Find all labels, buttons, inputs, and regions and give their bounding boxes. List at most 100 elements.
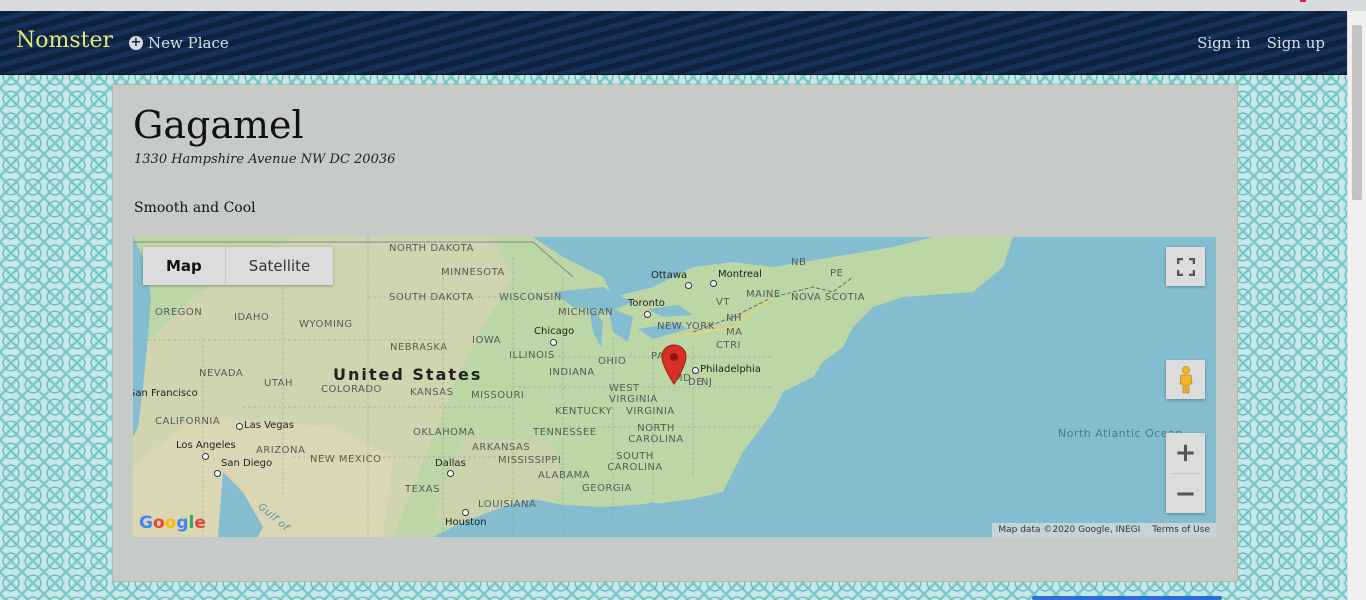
new-place-link[interactable]: + New Place (129, 34, 229, 52)
label-minnesota: MINNESOTA (441, 267, 505, 278)
label-philadelphia: Philadelphia (700, 364, 761, 375)
google-logo-letter: o (164, 513, 177, 533)
google-logo-letter: g (176, 513, 189, 533)
google-logo[interactable]: Google (139, 513, 206, 533)
label-idaho: IDAHO (234, 312, 270, 323)
new-place-label: New Place (148, 34, 229, 52)
city-dot-philadelphia (692, 367, 699, 374)
place-description: Smooth and Cool (134, 200, 256, 216)
label-colorado: COLORADO (321, 384, 382, 395)
label-virginia: VIRGINIA (626, 406, 675, 417)
label-illinois: ILLINOIS (509, 350, 555, 361)
label-wisconsin: WISCONSIN (499, 292, 562, 303)
label-kansas: KANSAS (410, 387, 454, 398)
label-california: CALIFORNIA (155, 416, 221, 427)
label-oklahoma: OKLAHOMA (413, 427, 475, 438)
label-louisiana: LOUISIANA (478, 499, 537, 510)
street-view-button[interactable] (1166, 360, 1205, 399)
label-indiana: INDIANA (549, 367, 595, 378)
terms-of-use-link[interactable]: Terms of Use (1152, 523, 1210, 537)
google-logo-letter: o (152, 513, 165, 533)
label-new-york: NEW YORK (657, 321, 715, 332)
label-arkansas: ARKANSAS (472, 442, 531, 453)
label-oregon: OREGON (155, 307, 203, 318)
label-las-vegas: Las Vegas (244, 420, 294, 431)
plus-circle-icon: + (129, 35, 143, 50)
zoom-in-icon[interactable]: + (1166, 433, 1205, 473)
label-ottawa: Ottawa (651, 270, 688, 281)
label-montreal: Montreal (718, 269, 762, 280)
map-attribution: Map data ©2020 Google, INEGI Terms of Us… (992, 523, 1216, 537)
page-scrollbar[interactable] (1347, 11, 1366, 600)
label-texas: TEXAS (405, 484, 440, 495)
label-dallas: Dallas (435, 458, 466, 469)
label-ma: MA (726, 327, 743, 338)
navbar: Nomster + New Place Sign in Sign up (0, 11, 1348, 75)
label-south-carolina: SOUTH CAROLINA (607, 451, 663, 473)
label-iowa: IOWA (472, 335, 502, 346)
city-dot-san-diego (214, 470, 221, 477)
zoom-out-icon[interactable]: − (1166, 474, 1205, 513)
map-data-credit: Map data ©2020 Google, INEGI (998, 525, 1141, 535)
pegman-icon (1179, 365, 1192, 393)
place-title: Gagamel (133, 103, 304, 147)
bottom-blue-bar (1032, 596, 1222, 600)
map-type-satellite-button[interactable]: Satellite (226, 247, 333, 285)
label-united-states: United States (333, 365, 483, 384)
label-north-dakota: NORTH DAKOTA (389, 243, 474, 254)
map-type-map-button[interactable]: Map (143, 247, 226, 285)
map-marker-icon[interactable] (661, 344, 687, 386)
label-arizona: ARIZONA (256, 445, 306, 456)
top-strip-mark (1300, 0, 1306, 2)
label-maine: MAINE (746, 289, 781, 300)
label-ohio: OHIO (598, 356, 627, 367)
label-pe: PE (830, 268, 844, 279)
label-north-atlantic-ocean: North Atlantic Ocean (1058, 427, 1183, 440)
label-wyoming: WYOMING (299, 319, 353, 330)
city-dot-montreal (710, 280, 717, 287)
label-kentucky: KENTUCKY (555, 406, 613, 417)
fullscreen-button[interactable] (1166, 247, 1205, 286)
label-houston: Houston (445, 517, 487, 528)
label-tennessee: TENNESSEE (533, 427, 597, 438)
city-dot-dallas (447, 470, 454, 477)
city-dot-chicago (550, 339, 557, 346)
scrollbar-thumb[interactable] (1352, 25, 1362, 200)
nav-right: Sign in Sign up (1197, 34, 1325, 52)
label-vt: VT (716, 297, 730, 308)
label-nj: NJ (701, 377, 713, 388)
label-san-diego: San Diego (221, 458, 273, 469)
sign-up-link[interactable]: Sign up (1267, 34, 1325, 52)
label-nh: NH (726, 313, 742, 324)
label-missouri: MISSOURI (471, 390, 525, 401)
label-nebraska: NEBRASKA (390, 342, 448, 353)
place-card: Gagamel 1330 Hampshire Avenue NW DC 2003… (112, 84, 1238, 582)
city-dot-los-angeles (202, 453, 209, 460)
label-nb: NB (791, 257, 807, 268)
label-georgia: GEORGIA (582, 483, 632, 494)
label-utah: UTAH (264, 378, 294, 389)
place-address: 1330 Hampshire Avenue NW DC 20036 (134, 152, 396, 167)
brand-logo[interactable]: Nomster (16, 28, 113, 53)
label-alabama: ALABAMA (538, 470, 591, 481)
zoom-control: + − (1166, 433, 1205, 513)
label-south-dakota: SOUTH DAKOTA (389, 292, 474, 303)
map-type-control: Map Satellite (143, 247, 334, 285)
google-logo-letter: e (194, 513, 206, 533)
label-nova-scotia: NOVA SCOTIA (791, 292, 865, 303)
label-los-angeles: Los Angeles (176, 440, 236, 451)
label-chicago: Chicago (534, 326, 575, 337)
sign-in-link[interactable]: Sign in (1197, 34, 1251, 52)
browser-top-strip (0, 0, 1366, 11)
label-ctri: CTRI (716, 340, 741, 351)
label-toronto: Toronto (628, 298, 665, 309)
city-dot-houston (462, 509, 469, 516)
place-map[interactable]: NORTH DAKOTA MINNESOTA SOUTH DAKOTA WISC… (133, 237, 1216, 537)
fullscreen-icon (1176, 257, 1195, 276)
label-north-carolina: NORTH CAROLINA (628, 423, 684, 445)
label-nevada: NEVADA (199, 368, 244, 379)
city-dot-ottawa (685, 282, 692, 289)
label-new-mexico: NEW MEXICO (310, 454, 382, 465)
label-michigan: MICHIGAN (558, 307, 614, 318)
label-san-francisco: San Francisco (133, 388, 198, 399)
